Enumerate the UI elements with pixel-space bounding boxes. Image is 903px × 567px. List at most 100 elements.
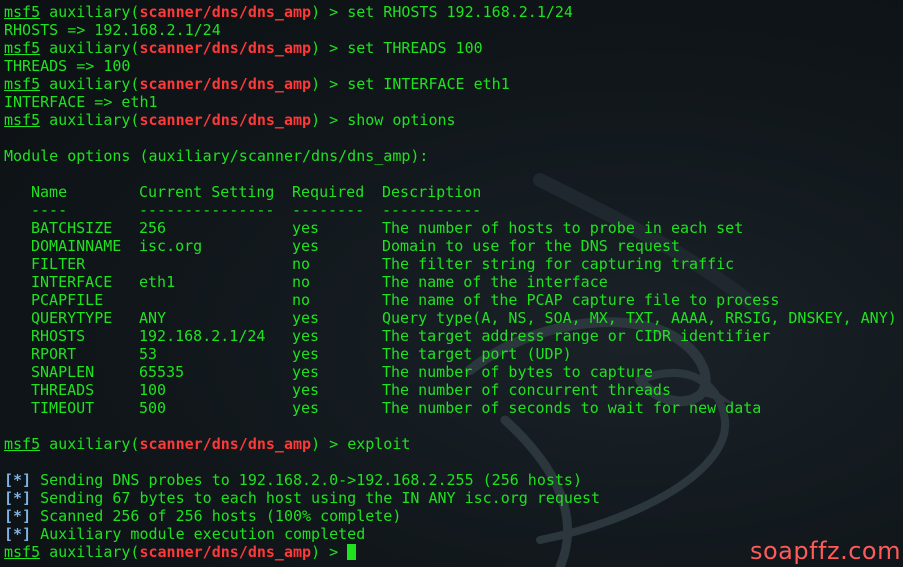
output-line: INTERFACE => eth1: [4, 93, 158, 111]
option-description: Query type(A, NS, SOA, MX, TXT, AAAA, RR…: [382, 309, 897, 327]
prompt-msf: msf5: [4, 543, 41, 561]
option-setting: 65535: [139, 363, 185, 381]
option-name: PCAPFILE: [31, 291, 104, 309]
option-required: yes: [292, 363, 320, 381]
option-required: yes: [292, 345, 320, 363]
prompt-msf: msf5: [4, 435, 41, 453]
option-description: The number of concurrent threads: [382, 381, 671, 399]
status-star-icon: *: [13, 507, 23, 525]
options-table-separator: ---- --------------- -------- ----------…: [31, 201, 482, 219]
prompt-msf: msf5: [4, 3, 41, 21]
prompt-module-path: scanner/dns/dns_amp: [139, 39, 312, 57]
option-description: The filter string for capturing traffic: [382, 255, 735, 273]
status-line: [*] Sending 67 bytes to each host using …: [4, 489, 601, 507]
status-line: [*] Auxiliary module execution completed: [4, 525, 366, 543]
command-text: set INTERFACE eth1: [347, 75, 510, 93]
option-name: DOMAINNAME: [31, 237, 122, 255]
table-row: INTERFACE eth1 no The name of the interface: [4, 273, 608, 291]
option-required: yes: [292, 309, 320, 327]
option-setting: eth1: [139, 273, 176, 291]
status-text: Sending DNS probes to 192.168.2.0->192.1…: [40, 471, 582, 489]
prompt-msf: msf5: [4, 75, 41, 93]
output-line: THREADS => 100: [4, 57, 131, 75]
prompt-module-path: scanner/dns/dns_amp: [139, 75, 312, 93]
terminal-window[interactable]: msf5 auxiliary(scanner/dns/dns_amp) > se…: [0, 0, 903, 567]
command-text: exploit: [347, 435, 411, 453]
prompt-line: msf5 auxiliary(scanner/dns/dns_amp) > sh…: [4, 111, 456, 129]
option-required: yes: [292, 399, 320, 417]
option-description: The number of seconds to wait for new da…: [382, 399, 762, 417]
table-row: QUERYTYPE ANY yes Query type(A, NS, SOA, MX…: [4, 309, 897, 327]
option-required: yes: [292, 219, 320, 237]
option-description: The target port (UDP): [382, 345, 572, 363]
option-name: INTERFACE: [31, 273, 113, 291]
prompt-msf: msf5: [4, 111, 41, 129]
site-watermark: soapffz.com: [749, 537, 901, 565]
option-name: QUERYTYPE: [31, 309, 113, 327]
table-row: TIMEOUT 500 yes The number of seconds to wa…: [4, 399, 761, 417]
option-setting: isc.org: [139, 237, 203, 255]
status-star-icon: *: [13, 525, 23, 543]
option-required: yes: [292, 237, 320, 255]
status-star-icon: *: [13, 471, 23, 489]
column-header-setting: Current Setting: [139, 183, 275, 201]
prompt-line: msf5 auxiliary(scanner/dns/dns_amp) > se…: [4, 39, 483, 57]
prompt-module-path: scanner/dns/dns_amp: [139, 543, 312, 561]
column-header-description: Description: [382, 183, 482, 201]
table-row: PCAPFILE no The name of the PCAP capture f…: [4, 291, 779, 309]
prompt-module-path: scanner/dns/dns_amp: [139, 435, 312, 453]
option-description: The number of hosts to probe in each set: [382, 219, 744, 237]
option-name: TIMEOUT: [31, 399, 95, 417]
prompt-module-path: scanner/dns/dns_amp: [139, 111, 312, 129]
option-name: RPORT: [31, 345, 77, 363]
table-row: DOMAINNAME isc.org yes Domain to use for th…: [4, 237, 680, 255]
prompt-msf: msf5: [4, 39, 41, 57]
option-setting: 256: [139, 219, 167, 237]
table-row: RHOSTS 192.168.2.1/24 yes The target addres…: [4, 327, 770, 345]
option-name: BATCHSIZE: [31, 219, 113, 237]
table-row: FILTER no The filter string for capturing …: [4, 255, 734, 273]
table-row: RPORT 53 yes The target port (UDP): [4, 345, 600, 363]
option-required: no: [292, 291, 311, 309]
status-text: Auxiliary module execution completed: [40, 525, 366, 543]
option-name: SNAPLEN: [31, 363, 95, 381]
module-options-heading: Module options (auxiliary/scanner/dns/dn…: [4, 147, 429, 165]
option-required: yes: [292, 381, 320, 399]
option-required: no: [292, 255, 311, 273]
table-row: THREADS 100 yes The number of concurrent th…: [4, 381, 671, 399]
option-description: The name of the interface: [382, 273, 608, 291]
status-line: [*] Sending DNS probes to 192.168.2.0->1…: [4, 471, 582, 489]
option-description: Domain to use for the DNS request: [382, 237, 681, 255]
option-name: FILTER: [31, 255, 86, 273]
column-header-name: Name: [31, 183, 68, 201]
table-row: SNAPLEN 65535 yes The number of bytes to ca…: [4, 363, 653, 381]
option-required: yes: [292, 327, 320, 345]
terminal-cursor[interactable]: [347, 544, 357, 560]
option-description: The target address range or CIDR identif…: [382, 327, 771, 345]
option-setting: 100: [139, 381, 167, 399]
prompt-module-path: scanner/dns/dns_amp: [139, 3, 312, 21]
option-required: no: [292, 273, 311, 291]
table-row: BATCHSIZE 256 yes The number of hosts to pr…: [4, 219, 743, 237]
command-text: set RHOSTS 192.168.2.1/24: [347, 3, 573, 21]
command-text: show options: [347, 111, 456, 129]
option-description: The number of bytes to capture: [382, 363, 653, 381]
output-line: RHOSTS => 192.168.2.1/24: [4, 21, 221, 39]
prompt-line: msf5 auxiliary(scanner/dns/dns_amp) > ex…: [4, 435, 411, 453]
command-text: set THREADS 100: [347, 39, 483, 57]
option-description: The name of the PCAP capture file to pro…: [382, 291, 780, 309]
status-line: [*] Scanned 256 of 256 hosts (100% compl…: [4, 507, 402, 525]
option-name: THREADS: [31, 381, 95, 399]
status-text: Sending 67 bytes to each host using the …: [40, 489, 601, 507]
prompt-line: msf5 auxiliary(scanner/dns/dns_amp) > se…: [4, 3, 573, 21]
column-header-required: Required: [292, 183, 365, 201]
option-setting: ANY: [139, 309, 167, 327]
option-setting: 192.168.2.1/24: [139, 327, 266, 345]
prompt-line: msf5 auxiliary(scanner/dns/dns_amp) > se…: [4, 75, 510, 93]
status-star-icon: *: [13, 489, 23, 507]
options-table-header: Name Current Setting Required Descriptio…: [4, 183, 600, 201]
active-prompt-line[interactable]: msf5 auxiliary(scanner/dns/dns_amp) >: [4, 543, 600, 561]
